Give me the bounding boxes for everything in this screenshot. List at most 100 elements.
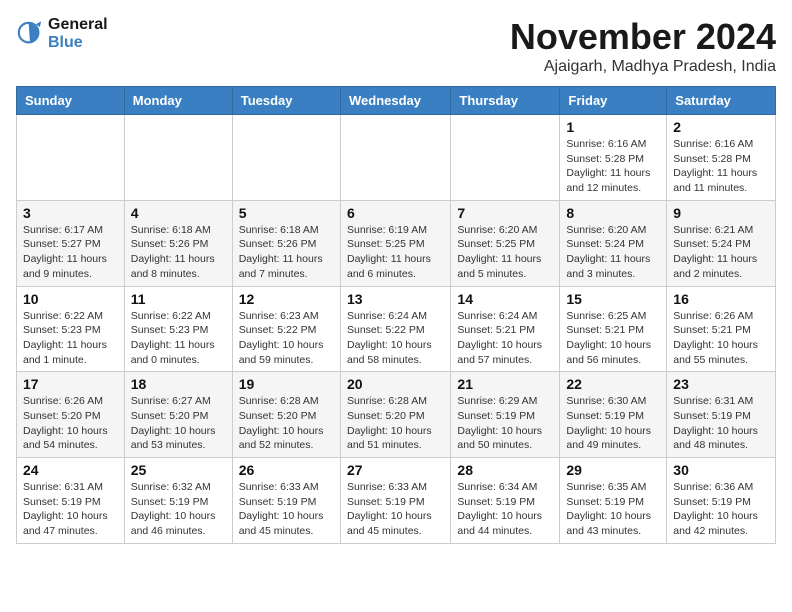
calendar-cell: 14 Sunrise: 6:24 AM Sunset: 5:21 PM Dayli…	[451, 286, 560, 372]
day-detail: Sunrise: 6:20 AM Sunset: 5:25 PM Dayligh…	[457, 223, 553, 282]
day-number: 4	[131, 205, 226, 221]
day-detail: Sunrise: 6:29 AM Sunset: 5:19 PM Dayligh…	[457, 394, 553, 453]
day-detail: Sunrise: 6:23 AM Sunset: 5:22 PM Dayligh…	[239, 309, 334, 368]
calendar-cell: 13 Sunrise: 6:24 AM Sunset: 5:22 PM Dayli…	[340, 286, 450, 372]
calendar-cell: 23 Sunrise: 6:31 AM Sunset: 5:19 PM Dayli…	[667, 372, 776, 458]
day-number: 21	[457, 376, 553, 392]
calendar-cell: 5 Sunrise: 6:18 AM Sunset: 5:26 PM Daylig…	[232, 200, 340, 286]
calendar-cell: 18 Sunrise: 6:27 AM Sunset: 5:20 PM Dayli…	[124, 372, 232, 458]
logo-icon	[16, 20, 44, 48]
calendar-cell: 11 Sunrise: 6:22 AM Sunset: 5:23 PM Dayli…	[124, 286, 232, 372]
day-number: 11	[131, 291, 226, 307]
calendar-cell	[124, 115, 232, 201]
day-number: 30	[673, 462, 769, 478]
calendar-cell: 24Sunrise: 6:31 AM Sunset: 5:19 PM Dayli…	[17, 458, 125, 544]
day-number: 28	[457, 462, 553, 478]
day-number: 3	[23, 205, 118, 221]
calendar-cell: 3 Sunrise: 6:17 AM Sunset: 5:27 PM Daylig…	[17, 200, 125, 286]
calendar-cell: 12 Sunrise: 6:23 AM Sunset: 5:22 PM Dayli…	[232, 286, 340, 372]
day-number: 25	[131, 462, 226, 478]
day-number: 14	[457, 291, 553, 307]
calendar-cell: 21 Sunrise: 6:29 AM Sunset: 5:19 PM Dayli…	[451, 372, 560, 458]
calendar-cell: 25 Sunrise: 6:32 AM Sunset: 5:19 PM Dayli…	[124, 458, 232, 544]
calendar-row-3: 17 Sunrise: 6:26 AM Sunset: 5:20 PM Dayli…	[17, 372, 776, 458]
calendar-cell: 8Sunrise: 6:20 AM Sunset: 5:24 PM Daylig…	[560, 200, 667, 286]
day-number: 1	[566, 119, 660, 135]
day-number: 15	[566, 291, 660, 307]
day-number: 9	[673, 205, 769, 221]
day-detail: Sunrise: 6:17 AM Sunset: 5:27 PM Dayligh…	[23, 223, 118, 282]
day-detail: Sunrise: 6:24 AM Sunset: 5:22 PM Dayligh…	[347, 309, 444, 368]
header-cell-saturday: Saturday	[667, 87, 776, 115]
day-detail: Sunrise: 6:24 AM Sunset: 5:21 PM Dayligh…	[457, 309, 553, 368]
calendar-cell	[232, 115, 340, 201]
header-cell-thursday: Thursday	[451, 87, 560, 115]
calendar-cell: 6 Sunrise: 6:19 AM Sunset: 5:25 PM Daylig…	[340, 200, 450, 286]
day-detail: Sunrise: 6:25 AM Sunset: 5:21 PM Dayligh…	[566, 309, 660, 368]
day-number: 22	[566, 376, 660, 392]
day-detail: Sunrise: 6:26 AM Sunset: 5:20 PM Dayligh…	[23, 394, 118, 453]
month-title: November 2024	[510, 16, 776, 58]
header-cell-tuesday: Tuesday	[232, 87, 340, 115]
header-cell-sunday: Sunday	[17, 87, 125, 115]
day-number: 26	[239, 462, 334, 478]
day-detail: Sunrise: 6:28 AM Sunset: 5:20 PM Dayligh…	[347, 394, 444, 453]
day-number: 27	[347, 462, 444, 478]
calendar-cell: 30 Sunrise: 6:36 AM Sunset: 5:19 PM Dayli…	[667, 458, 776, 544]
calendar-cell: 15 Sunrise: 6:25 AM Sunset: 5:21 PM Dayli…	[560, 286, 667, 372]
calendar-cell: 16Sunrise: 6:26 AM Sunset: 5:21 PM Dayli…	[667, 286, 776, 372]
calendar-cell: 19 Sunrise: 6:28 AM Sunset: 5:20 PM Dayli…	[232, 372, 340, 458]
calendar-cell: 26Sunrise: 6:33 AM Sunset: 5:19 PM Dayli…	[232, 458, 340, 544]
header-cell-monday: Monday	[124, 87, 232, 115]
calendar-cell: 1 Sunrise: 6:16 AM Sunset: 5:28 PM Daylig…	[560, 115, 667, 201]
calendar-cell	[340, 115, 450, 201]
day-number: 12	[239, 291, 334, 307]
calendar-cell	[451, 115, 560, 201]
day-number: 6	[347, 205, 444, 221]
calendar-cell: 27 Sunrise: 6:33 AM Sunset: 5:19 PM Dayli…	[340, 458, 450, 544]
day-detail: Sunrise: 6:18 AM Sunset: 5:26 PM Dayligh…	[239, 223, 334, 282]
day-detail: Sunrise: 6:18 AM Sunset: 5:26 PM Dayligh…	[131, 223, 226, 282]
day-number: 18	[131, 376, 226, 392]
day-detail: Sunrise: 6:21 AM Sunset: 5:24 PM Dayligh…	[673, 223, 769, 282]
day-number: 2	[673, 119, 769, 135]
day-number: 7	[457, 205, 553, 221]
day-detail: Sunrise: 6:36 AM Sunset: 5:19 PM Dayligh…	[673, 480, 769, 539]
day-number: 16	[673, 291, 769, 307]
day-number: 17	[23, 376, 118, 392]
day-detail: Sunrise: 6:35 AM Sunset: 5:19 PM Dayligh…	[566, 480, 660, 539]
calendar-cell: 29Sunrise: 6:35 AM Sunset: 5:19 PM Dayli…	[560, 458, 667, 544]
day-number: 10	[23, 291, 118, 307]
day-detail: Sunrise: 6:30 AM Sunset: 5:19 PM Dayligh…	[566, 394, 660, 453]
day-number: 24	[23, 462, 118, 478]
day-number: 19	[239, 376, 334, 392]
calendar-cell: 9 Sunrise: 6:21 AM Sunset: 5:24 PM Daylig…	[667, 200, 776, 286]
day-number: 5	[239, 205, 334, 221]
location-title: Ajaigarh, Madhya Pradesh, India	[510, 58, 776, 76]
day-detail: Sunrise: 6:28 AM Sunset: 5:20 PM Dayligh…	[239, 394, 334, 453]
calendar-row-0: 1 Sunrise: 6:16 AM Sunset: 5:28 PM Daylig…	[17, 115, 776, 201]
day-detail: Sunrise: 6:16 AM Sunset: 5:28 PM Dayligh…	[566, 137, 660, 196]
day-detail: Sunrise: 6:16 AM Sunset: 5:28 PM Dayligh…	[673, 137, 769, 196]
day-detail: Sunrise: 6:22 AM Sunset: 5:23 PM Dayligh…	[131, 309, 226, 368]
calendar-row-2: 10 Sunrise: 6:22 AM Sunset: 5:23 PM Dayli…	[17, 286, 776, 372]
calendar-cell: 10 Sunrise: 6:22 AM Sunset: 5:23 PM Dayli…	[17, 286, 125, 372]
day-detail: Sunrise: 6:20 AM Sunset: 5:24 PM Dayligh…	[566, 223, 660, 282]
calendar-cell: 4 Sunrise: 6:18 AM Sunset: 5:26 PM Daylig…	[124, 200, 232, 286]
day-detail: Sunrise: 6:33 AM Sunset: 5:19 PM Dayligh…	[347, 480, 444, 539]
logo-text: General Blue	[48, 16, 108, 52]
calendar-row-1: 3 Sunrise: 6:17 AM Sunset: 5:27 PM Daylig…	[17, 200, 776, 286]
calendar-cell: 20Sunrise: 6:28 AM Sunset: 5:20 PM Dayli…	[340, 372, 450, 458]
day-number: 23	[673, 376, 769, 392]
day-number: 13	[347, 291, 444, 307]
day-detail: Sunrise: 6:19 AM Sunset: 5:25 PM Dayligh…	[347, 223, 444, 282]
calendar-cell: 2 Sunrise: 6:16 AM Sunset: 5:28 PM Daylig…	[667, 115, 776, 201]
day-detail: Sunrise: 6:22 AM Sunset: 5:23 PM Dayligh…	[23, 309, 118, 368]
day-detail: Sunrise: 6:34 AM Sunset: 5:19 PM Dayligh…	[457, 480, 553, 539]
day-detail: Sunrise: 6:27 AM Sunset: 5:20 PM Dayligh…	[131, 394, 226, 453]
calendar-table: SundayMondayTuesdayWednesdayThursdayFrid…	[16, 86, 776, 544]
day-detail: Sunrise: 6:32 AM Sunset: 5:19 PM Dayligh…	[131, 480, 226, 539]
calendar-cell	[17, 115, 125, 201]
day-detail: Sunrise: 6:31 AM Sunset: 5:19 PM Dayligh…	[673, 394, 769, 453]
calendar-row-4: 24Sunrise: 6:31 AM Sunset: 5:19 PM Dayli…	[17, 458, 776, 544]
